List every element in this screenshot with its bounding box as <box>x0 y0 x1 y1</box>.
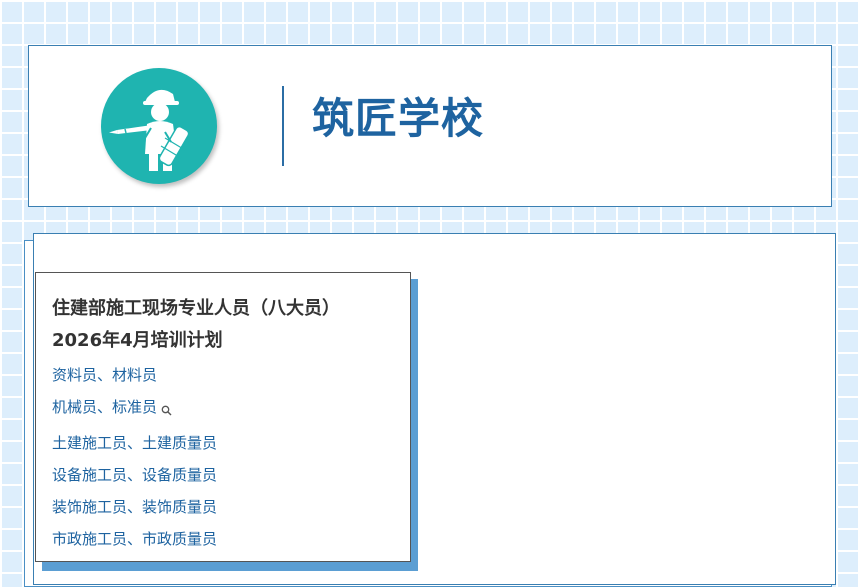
course-link[interactable]: 资料员、材料员 <box>52 366 157 384</box>
course-link-list: 资料员、材料员 机械员、标准员 土建施工员、土建质量员 设备施工员、设备质量员 … <box>52 359 394 555</box>
notice-title-line-1: 住建部施工现场专业人员（八大员） <box>52 298 340 319</box>
list-item: 装饰施工员、装饰质量员 <box>52 491 394 523</box>
course-link[interactable]: 土建施工员、土建质量员 <box>52 434 217 452</box>
list-item: 土建施工员、土建质量员 <box>52 427 394 459</box>
training-notice-card: 住建部施工现场专业人员（八大员） 2026年4月培训计划 资料员、材料员 机械员… <box>35 272 411 562</box>
course-link[interactable]: 设备施工员、设备质量员 <box>52 466 217 484</box>
course-link[interactable]: 市政施工员、市政质量员 <box>52 530 217 548</box>
course-link[interactable]: 装饰施工员、装饰质量员 <box>52 498 217 516</box>
header-banner: 筑匠学校 <box>28 45 832 207</box>
magnifier-icon[interactable] <box>161 395 172 427</box>
worker-logo-icon <box>101 68 217 184</box>
notice-title-line-2: 2026年4月培训计划 <box>52 330 223 351</box>
school-name: 筑匠学校 <box>312 94 485 143</box>
notice-title: 住建部施工现场专业人员（八大员） 2026年4月培训计划 <box>52 293 394 357</box>
list-item: 市政施工员、市政质量员 <box>52 523 394 555</box>
list-item: 资料员、材料员 <box>52 359 394 391</box>
header-divider <box>282 86 284 166</box>
list-item: 设备施工员、设备质量员 <box>52 459 394 491</box>
course-link[interactable]: 机械员、标准员 <box>52 398 157 416</box>
list-item: 机械员、标准员 <box>52 391 394 427</box>
